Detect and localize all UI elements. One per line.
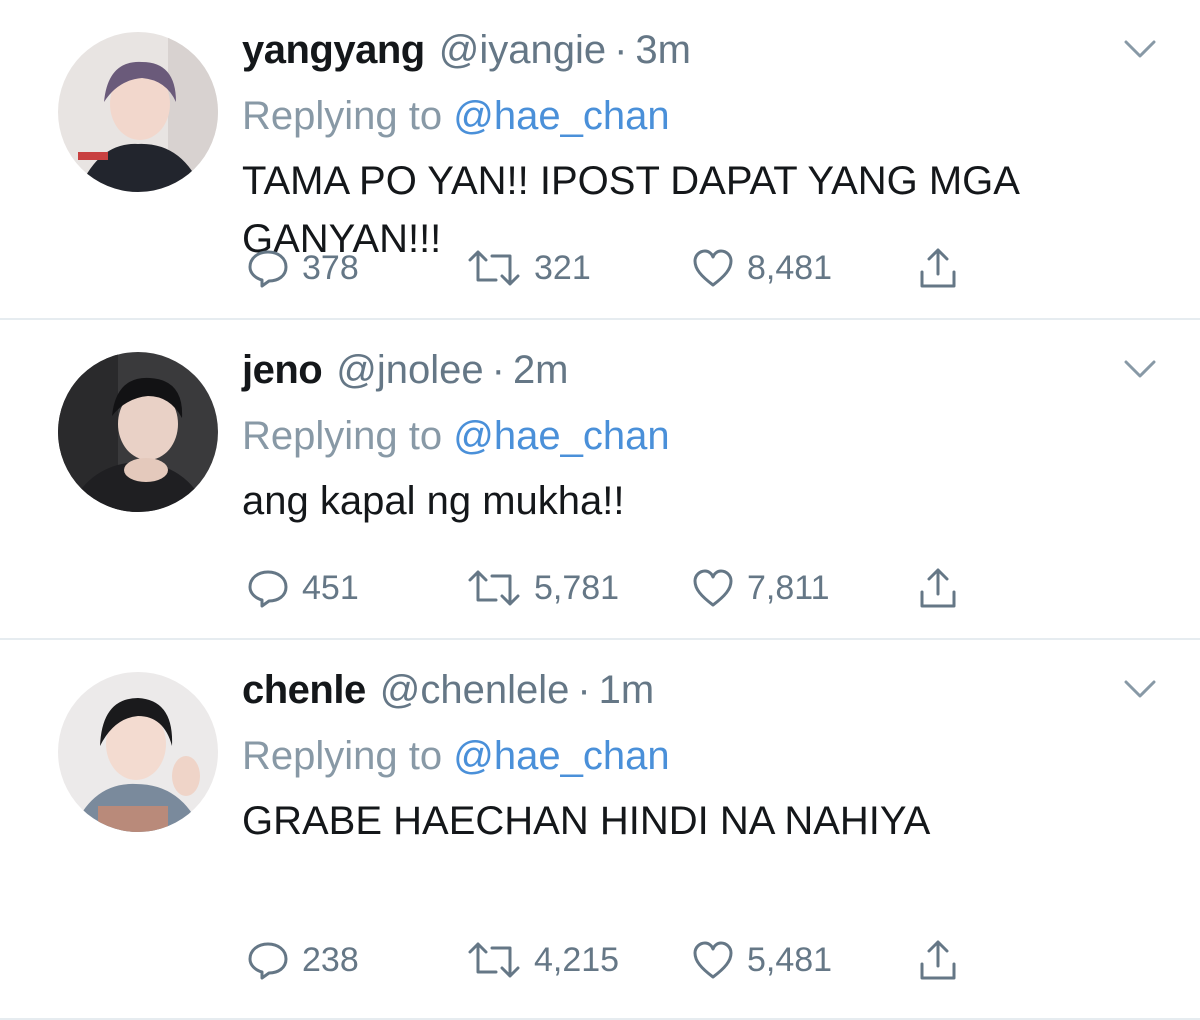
avatar[interactable]	[58, 32, 218, 192]
like-button[interactable]: 5,481	[691, 938, 916, 982]
share-button[interactable]	[916, 246, 960, 290]
tweet-header: jeno @jnolee · 2m	[242, 348, 1160, 404]
user-handle[interactable]: @iyangie	[439, 28, 606, 73]
reply-button[interactable]: 238	[246, 938, 466, 982]
chevron-down-icon[interactable]	[1120, 354, 1160, 384]
display-name[interactable]: chenle	[242, 668, 366, 713]
reply-icon	[248, 570, 288, 608]
retweet-icon	[468, 250, 520, 286]
mention-link[interactable]: @hae_chan	[453, 94, 669, 138]
retweet-icon	[468, 570, 520, 606]
retweet-icon	[468, 942, 520, 978]
user-handle[interactable]: @jnolee	[336, 348, 483, 393]
retweet-count: 4,215	[534, 940, 620, 979]
mention-link[interactable]: @hae_chan	[453, 734, 669, 778]
reply-count: 238	[302, 940, 359, 979]
like-count: 7,811	[747, 568, 830, 607]
share-icon	[920, 568, 956, 608]
tweet[interactable]: yangyang @iyangie · 3m Replying to @hae_…	[0, 0, 1200, 320]
tweet-actions: 238 4,215 5,481	[246, 938, 960, 982]
display-name[interactable]: yangyang	[242, 28, 425, 73]
like-icon	[693, 941, 733, 979]
chevron-down-icon[interactable]	[1120, 34, 1160, 64]
reply-count: 378	[302, 248, 359, 287]
mention-link[interactable]: @hae_chan	[453, 414, 669, 458]
tweet-content: jeno @jnolee · 2m Replying to @hae_chan …	[242, 348, 1160, 530]
tweet-content: chenle @chenlele · 1m Replying to @hae_c…	[242, 668, 1160, 850]
replying-to: Replying to @hae_chan	[242, 88, 1160, 144]
replying-prefix: Replying to	[242, 414, 443, 458]
display-name[interactable]: jeno	[242, 348, 323, 393]
avatar[interactable]	[58, 672, 218, 832]
retweet-count: 5,781	[534, 568, 620, 607]
retweet-button[interactable]: 5,781	[466, 566, 691, 610]
tweet-header: yangyang @iyangie · 3m	[242, 28, 1160, 84]
tweet-header: chenle @chenlele · 1m	[242, 668, 1160, 724]
retweet-button[interactable]: 4,215	[466, 938, 691, 982]
avatar-photo	[58, 352, 218, 512]
reply-button[interactable]: 451	[246, 566, 466, 610]
tweet[interactable]: chenle @chenlele · 1m Replying to @hae_c…	[0, 640, 1200, 1020]
replying-to: Replying to @hae_chan	[242, 408, 1160, 464]
avatar[interactable]	[58, 352, 218, 512]
share-icon	[920, 248, 956, 288]
like-count: 8,481	[747, 248, 833, 287]
avatar-photo	[58, 32, 218, 192]
retweet-count: 321	[534, 248, 591, 287]
like-count: 5,481	[747, 940, 833, 979]
avatar-photo	[58, 672, 218, 832]
separator-dot: ·	[577, 668, 591, 712]
replying-prefix: Replying to	[242, 94, 443, 138]
tweet-text: GRABE HAECHAN HINDI NA NAHIYA	[242, 799, 931, 843]
share-icon	[920, 940, 956, 980]
share-button[interactable]	[916, 938, 960, 982]
share-button[interactable]	[916, 566, 960, 610]
replying-to: Replying to @hae_chan	[242, 728, 1160, 784]
retweet-button[interactable]: 321	[466, 246, 691, 290]
like-icon	[693, 249, 733, 287]
like-button[interactable]: 7,811	[691, 566, 916, 610]
separator-dot: ·	[614, 28, 628, 72]
reply-icon	[248, 250, 288, 288]
tweet-actions: 451 5,781 7,811	[246, 566, 960, 610]
reply-feed: yangyang @iyangie · 3m Replying to @hae_…	[0, 0, 1200, 1020]
reply-icon	[248, 942, 288, 980]
user-handle[interactable]: @chenlele	[380, 668, 570, 713]
like-button[interactable]: 8,481	[691, 246, 916, 290]
reply-button[interactable]: 378	[246, 246, 466, 290]
tweet-actions: 378 321 8,481	[246, 246, 960, 290]
like-icon	[693, 569, 733, 607]
tweet-content: yangyang @iyangie · 3m Replying to @hae_…	[242, 28, 1160, 268]
timestamp[interactable]: 1m	[599, 668, 655, 713]
chevron-down-icon[interactable]	[1120, 674, 1160, 704]
reply-count: 451	[302, 568, 359, 607]
tweet[interactable]: jeno @jnolee · 2m Replying to @hae_chan …	[0, 320, 1200, 640]
separator-dot: ·	[491, 348, 505, 392]
timestamp[interactable]: 2m	[513, 348, 569, 393]
tweet-text: ang kapal ng mukha!!	[242, 479, 625, 523]
replying-prefix: Replying to	[242, 734, 443, 778]
timestamp[interactable]: 3m	[635, 28, 691, 73]
